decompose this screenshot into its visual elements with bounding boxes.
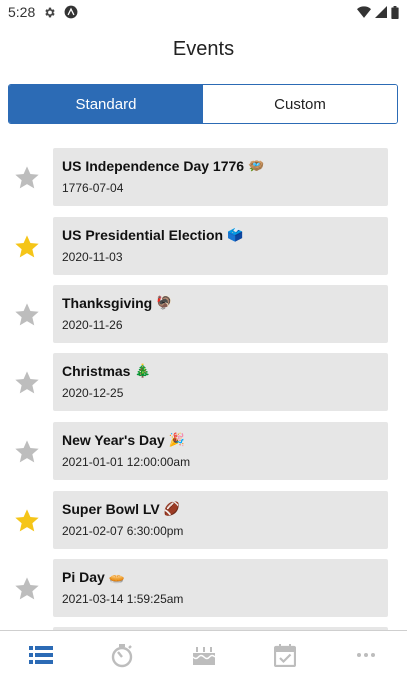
status-bar: 5:28 xyxy=(0,0,407,24)
event-date: 2021-02-07 6:30:00pm xyxy=(62,524,184,538)
status-time: 5:28 xyxy=(8,4,36,20)
event-name: New Year's Day xyxy=(62,432,165,448)
nav-events[interactable] xyxy=(0,631,81,679)
battery-icon xyxy=(391,5,399,19)
event-row: Super Bowl LV 🏈 2021-02-07 6:30:00pm xyxy=(0,491,407,551)
event-card[interactable]: Thanksgiving 🦃 2020-11-26 xyxy=(53,285,388,343)
event-emoji: 🦃 xyxy=(156,295,173,310)
event-card[interactable]: US Presidential Election 🗳️ 2020-11-03 xyxy=(53,217,388,275)
event-row: Pi Day 🥧 2021-03-14 1:59:25am xyxy=(0,559,407,619)
event-name: Christmas xyxy=(62,363,131,379)
event-date: 2020-11-26 xyxy=(62,318,123,332)
list-icon xyxy=(28,646,53,664)
bottom-navigation xyxy=(0,630,407,679)
event-emoji: 🥧 xyxy=(108,569,125,584)
nav-birthdays[interactable] xyxy=(163,631,244,679)
event-row: US Presidential Election 🗳️ 2020-11-03 xyxy=(0,217,407,277)
more-dots-icon xyxy=(357,653,376,657)
page-title: Events xyxy=(172,38,235,60)
event-name: Super Bowl LV xyxy=(62,501,160,517)
signal-icon xyxy=(375,6,387,18)
event-date: 2020-12-25 xyxy=(62,386,124,400)
event-emoji: 🗳️ xyxy=(227,227,244,242)
event-card[interactable]: Super Bowl LV 🏈 2021-02-07 6:30:00pm xyxy=(53,491,388,549)
favorite-star-icon[interactable] xyxy=(13,369,41,397)
nav-calendar[interactable] xyxy=(244,631,325,679)
event-row: US Independence Day 1776 🪺 1776-07-04 xyxy=(0,148,407,208)
event-name: US Presidential Election xyxy=(62,227,224,243)
calendar-check-icon xyxy=(273,644,296,667)
nav-more[interactable] xyxy=(326,631,407,679)
event-card[interactable]: Pi Day 🥧 2021-03-14 1:59:25am xyxy=(53,559,388,617)
favorite-star-icon[interactable] xyxy=(13,507,41,535)
settings-gear-icon xyxy=(45,7,55,17)
app-logo-icon xyxy=(64,5,78,19)
event-name: US Independence Day 1776 xyxy=(62,158,245,174)
event-date: 2020-11-03 xyxy=(62,250,123,264)
event-card[interactable]: New Year's Day 🎉 2021-01-01 12:00:00am xyxy=(53,422,388,480)
event-date: 2021-01-01 12:00:00am xyxy=(62,455,191,469)
event-row: Christmas 🎄 2020-12-25 xyxy=(0,353,407,413)
favorite-star-icon[interactable] xyxy=(13,575,41,603)
event-list[interactable]: US Independence Day 1776 🪺 1776-07-04 US … xyxy=(0,140,407,630)
birthday-cake-icon xyxy=(192,647,216,665)
event-card[interactable]: Christmas 🎄 2020-12-25 xyxy=(53,353,388,411)
event-row: Thanksgiving 🦃 2020-11-26 xyxy=(0,285,407,345)
event-emoji: 🪺 xyxy=(248,158,265,173)
favorite-star-icon[interactable] xyxy=(13,164,41,192)
event-emoji: 🎉 xyxy=(168,432,185,447)
nav-timer[interactable] xyxy=(81,631,162,679)
wifi-icon xyxy=(357,6,371,18)
favorite-star-icon[interactable] xyxy=(13,438,41,466)
stopwatch-icon xyxy=(111,644,133,668)
event-name: Thanksgiving xyxy=(62,295,153,311)
favorite-star-icon[interactable] xyxy=(13,301,41,329)
event-emoji: 🎄 xyxy=(134,363,151,378)
tab-custom[interactable]: Custom xyxy=(203,85,397,123)
event-row: New Year's Day 🎉 2021-01-01 12:00:00am xyxy=(0,422,407,482)
event-card[interactable]: US Independence Day 1776 🪺 1776-07-04 xyxy=(53,148,388,206)
event-date: 1776-07-04 xyxy=(62,181,124,195)
tab-standard[interactable]: Standard xyxy=(9,85,203,123)
event-name: Pi Day xyxy=(62,569,105,585)
favorite-star-icon[interactable] xyxy=(13,233,41,261)
event-date: 2021-03-14 1:59:25am xyxy=(62,592,184,606)
event-emoji: 🏈 xyxy=(163,501,180,516)
tab-switcher: Standard Custom xyxy=(8,84,398,124)
